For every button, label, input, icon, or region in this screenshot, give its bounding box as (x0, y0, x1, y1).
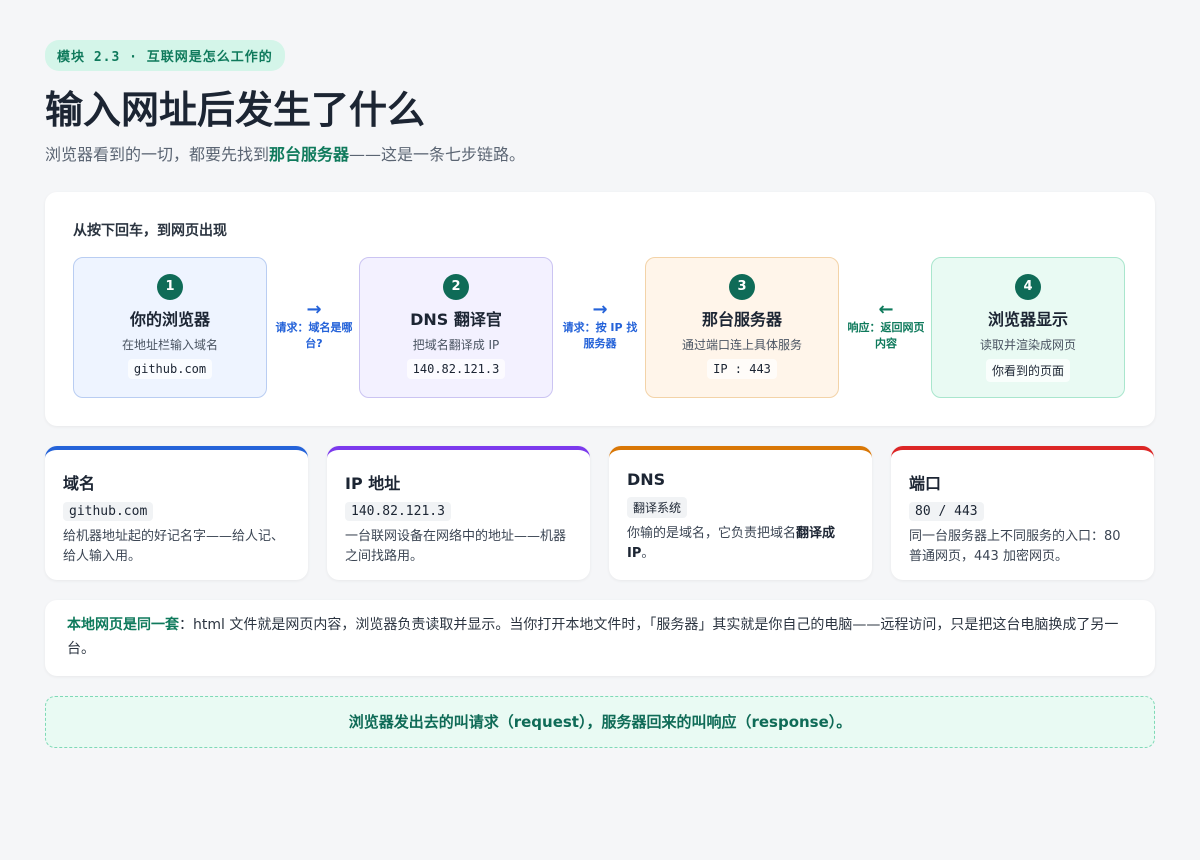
module-badge: 模块 2.3 · 互联网是怎么工作的 (45, 40, 285, 71)
step-code: IP : 443 (707, 359, 777, 379)
arrow-response: ← 响应：返回网页内容 (846, 300, 926, 352)
step-number: 2 (443, 274, 469, 300)
step-desc: 读取并渲染成网页 (979, 338, 1076, 352)
term-desc-text: 你输的是域名，它负责把域名 (627, 526, 797, 541)
step-code: 你看到的页面 (985, 359, 1070, 382)
step-number: 3 (729, 274, 755, 300)
term-code: 140.82.121.3 (345, 502, 451, 521)
step-dns: 2 DNS 翻译官 把域名翻译成 IP 140.82.121.3 (359, 257, 553, 398)
term-title: IP 地址 (345, 474, 401, 493)
flow-title: 从按下回车，到网页出现 (73, 223, 227, 239)
term-card-domain: 域名 github.com 给机器地址起的好记名字——给人记、给人输入用。 (45, 446, 308, 580)
step-code: github.com (127, 359, 213, 379)
step-desc: 通过端口连上具体服务 (681, 338, 802, 352)
subtitle-highlight: 那台服务器 (269, 145, 350, 164)
arrow-request-domain: → 请求：域名是哪台? (274, 300, 354, 352)
step-number: 4 (1015, 274, 1041, 300)
step-browser: 1 你的浏览器 在地址栏输入域名 github.com (73, 257, 267, 398)
term-desc: 给机器地址起的好记名字——给人记、给人输入用。 (63, 529, 285, 564)
step-number: 1 (157, 274, 183, 300)
step-name: 那台服务器 (701, 310, 782, 329)
term-card-ip: IP 地址 140.82.121.3 一台联网设备在网络中的地址——机器之间找路… (327, 446, 590, 580)
step-display: 4 浏览器显示 读取并渲染成网页 你看到的页面 (931, 257, 1125, 398)
term-card-port: 端口 80 / 443 同一台服务器上不同服务的入口：80 普通网页，443 加… (891, 446, 1154, 580)
subtitle-text: 浏览器看到的一切，都要先找到 (45, 145, 270, 164)
arrow-label: 请求：域名是哪台? (275, 321, 353, 350)
term-code: 翻译系统 (627, 497, 688, 518)
term-title: 域名 (63, 474, 96, 493)
page: 模块 2.3 · 互联网是怎么工作的 输入网址后发生了什么 浏览器看到的一切，都… (45, 40, 1155, 748)
arrow-right-icon: → (306, 299, 322, 320)
term-title: 端口 (909, 474, 942, 493)
term-desc-end: 。 (641, 546, 655, 561)
term-desc: 同一台服务器上不同服务的入口：80 普通网页，443 加密网页。 (909, 529, 1121, 564)
step-name: 浏览器显示 (987, 310, 1068, 329)
subtitle-text-end: ——这是一条七步链路。 (349, 145, 526, 164)
flow-card: 从按下回车，到网页出现 1 你的浏览器 在地址栏输入域名 github.com … (45, 192, 1155, 426)
local-page-note: 本地网页是同一套：html 文件就是网页内容，浏览器负责读取并显示。当你打开本地… (45, 600, 1155, 676)
step-server: 3 那台服务器 通过端口连上具体服务 IP : 443 (645, 257, 839, 398)
term-title: DNS (627, 470, 666, 489)
step-name: DNS 翻译官 (410, 310, 502, 329)
arrow-request-ip: → 请求：按 IP 找服务器 (560, 300, 640, 352)
step-desc: 把域名翻译成 IP (412, 338, 500, 352)
step-code: 140.82.121.3 (406, 359, 506, 379)
term-code: github.com (63, 502, 154, 521)
term-desc: 一台联网设备在网络中的地址——机器之间找路用。 (345, 529, 567, 564)
note-label: 本地网页是同一套 (67, 617, 179, 633)
arrow-right-icon: → (592, 299, 608, 320)
term-code: 80 / 443 (909, 502, 984, 521)
term-card-dns: DNS 翻译系统 你输的是域名，它负责把域名翻译成 IP。 (609, 446, 872, 580)
step-desc: 在地址栏输入域名 (121, 338, 218, 352)
page-title: 输入网址后发生了什么 (45, 88, 426, 132)
page-subtitle: 浏览器看到的一切，都要先找到那台服务器——这是一条七步链路。 (45, 143, 1155, 167)
arrow-left-icon: ← (878, 299, 894, 320)
summary-callout: 浏览器发出去的叫请求（request），服务器回来的叫响应（response）。 (45, 696, 1155, 748)
term-cards: 域名 github.com 给机器地址起的好记名字——给人记、给人输入用。 IP… (45, 446, 1155, 580)
arrow-label: 请求：按 IP 找服务器 (562, 321, 638, 350)
term-desc: 你输的是域名，它负责把域名翻译成 IP。 (627, 524, 854, 564)
arrow-label: 响应：返回网页内容 (847, 321, 925, 350)
note-text: ：html 文件就是网页内容，浏览器负责读取并显示。当你打开本地文件时，「服务器… (67, 617, 1119, 657)
step-name: 你的浏览器 (129, 310, 210, 329)
